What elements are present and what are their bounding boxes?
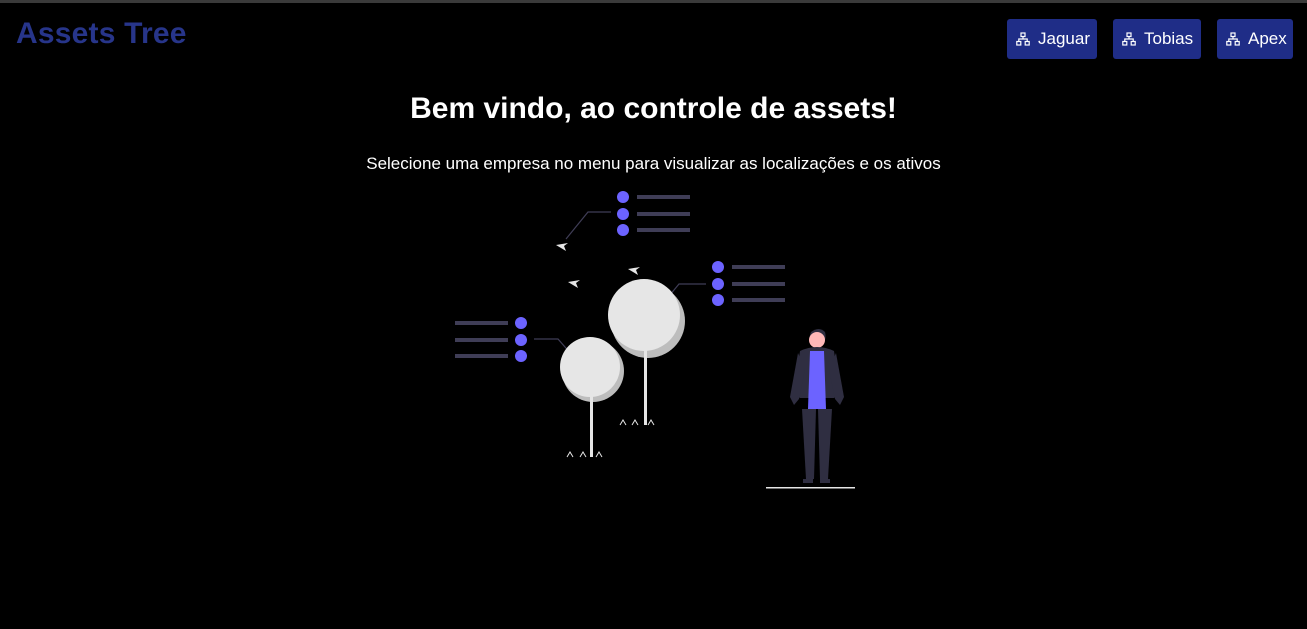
company-button-jaguar[interactable]: Jaguar <box>1007 19 1097 59</box>
tree-large-illustration <box>608 279 685 426</box>
company-button-label: Apex <box>1248 29 1287 48</box>
tree-icon <box>1122 32 1136 46</box>
company-button-label: Jaguar <box>1038 29 1090 48</box>
company-nav: Jaguar Tobias Apex <box>0 19 1307 59</box>
list-illustration-left <box>455 317 580 364</box>
welcome-illustration <box>455 191 855 489</box>
tree-small-illustration <box>560 337 624 458</box>
list-illustration-top <box>565 191 690 240</box>
window-top-border <box>0 0 1307 3</box>
tree-icon <box>1226 32 1240 46</box>
welcome-subtitle: Selecione uma empresa no menu para visua… <box>366 154 941 173</box>
list-illustration-right <box>659 261 785 308</box>
company-button-label: Tobias <box>1144 29 1194 48</box>
company-button-tobias[interactable]: Tobias <box>1113 19 1201 59</box>
welcome-heading: Bem vindo, ao controle de assets! <box>410 92 897 125</box>
person-illustration <box>766 329 855 489</box>
company-button-apex[interactable]: Apex <box>1217 19 1293 59</box>
birds-illustration <box>556 243 640 288</box>
tree-icon <box>1016 32 1030 46</box>
